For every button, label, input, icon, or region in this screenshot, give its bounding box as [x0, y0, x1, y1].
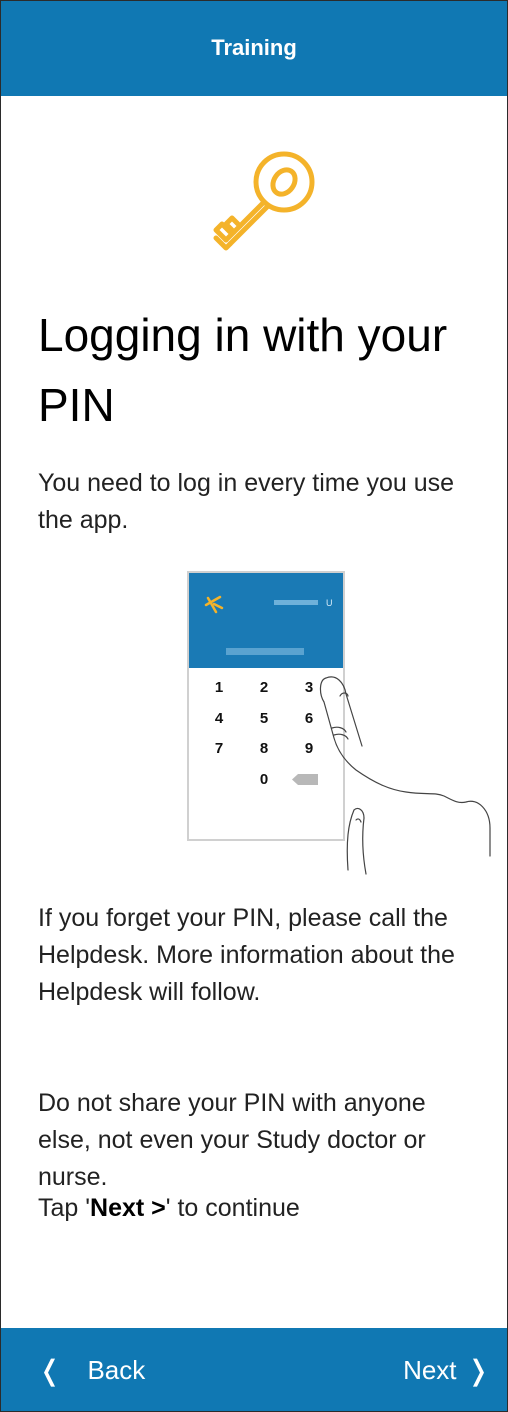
keypad-digit: 3 — [305, 679, 313, 696]
app-header: Training — [0, 0, 508, 96]
keypad-digit: 6 — [305, 710, 313, 727]
keypad-digit: 2 — [260, 679, 268, 696]
tap-next-bold: Next > — [90, 1194, 166, 1222]
next-label: Next — [403, 1354, 457, 1385]
keypad-digit: 0 — [260, 771, 268, 788]
keypad-digit: 9 — [305, 740, 313, 757]
forgot-pin-text: If you forget your PIN, please call the … — [38, 904, 455, 1006]
tap-suffix: ' to continue — [165, 1194, 300, 1222]
keypad-digit: 1 — [215, 679, 223, 696]
tap-next-instruction: Tap 'Next >' to continue — [38, 1190, 478, 1227]
back-label: Back — [87, 1354, 146, 1385]
tap-prefix: Tap ' — [38, 1194, 91, 1222]
page-title: Logging in with your PIN — [38, 309, 448, 431]
intro-text: You need to log in every time you use th… — [38, 469, 455, 534]
next-button[interactable]: Next ❭ — [403, 1328, 490, 1412]
header-title: Training — [211, 35, 297, 60]
footer-nav: ❬ Back Next ❭ — [0, 1328, 508, 1412]
back-button[interactable]: ❬ Back — [38, 1328, 145, 1412]
key-icon — [213, 151, 315, 251]
keypad-digit: 4 — [215, 710, 224, 727]
svg-text:U: U — [326, 598, 333, 608]
share-warning-text: Do not share your PIN with anyone else, … — [38, 1089, 426, 1191]
chevron-left-icon: ❬ — [38, 1354, 62, 1386]
pin-keypad-illustration: U 1 2 3 4 5 6 7 8 9 0 — [187, 571, 491, 875]
chevron-right-icon: ❭ — [466, 1354, 490, 1386]
keypad-digit: 7 — [215, 740, 223, 757]
keypad-digit: 5 — [260, 710, 268, 727]
keypad-digit: 8 — [260, 740, 268, 757]
